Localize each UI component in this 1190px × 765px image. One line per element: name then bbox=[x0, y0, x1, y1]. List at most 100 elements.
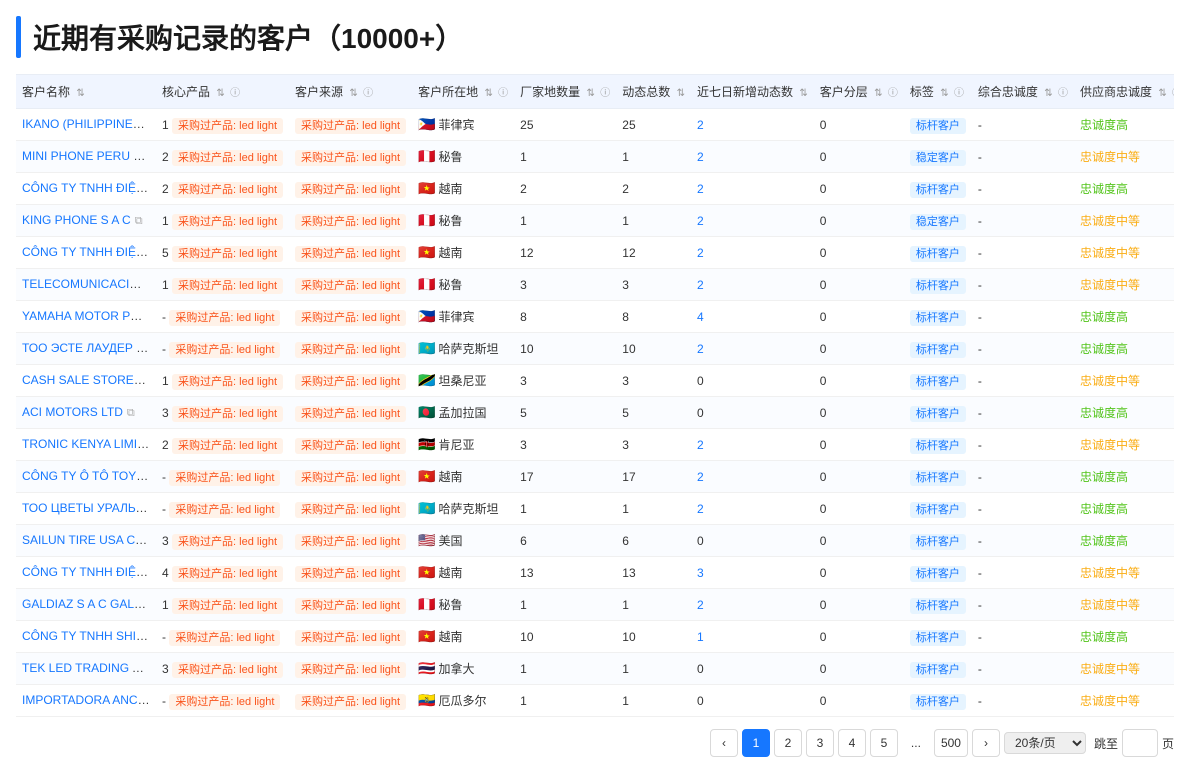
info-icon-source[interactable]: ⓘ bbox=[363, 88, 373, 99]
table-row: ТОО ЦВЕТЫ УРАЛЬСКА⧉- 采购过产品: led light采购过… bbox=[16, 493, 1174, 525]
location-cell: 🇰🇿哈萨克斯坦 bbox=[412, 493, 514, 525]
source-tag: 采购过产品: led light bbox=[295, 598, 406, 614]
info-icon-location[interactable]: ⓘ bbox=[498, 88, 508, 99]
sort-icon-name[interactable]: ⇅ bbox=[76, 88, 84, 99]
source-tag: 采购过产品: led light bbox=[295, 342, 406, 358]
customer-name-link[interactable]: CÔNG TY TNHH ĐIỆN STANLEY... bbox=[22, 565, 156, 579]
info-icon-supplier-loyalty[interactable]: ⓘ bbox=[1172, 88, 1174, 99]
info-icon-tags[interactable]: ⓘ bbox=[954, 88, 964, 99]
page-button-1[interactable]: 1 bbox=[742, 729, 770, 757]
col-header-tags: 标签 ⇅ ⓘ bbox=[904, 75, 972, 109]
col-header-supplier-count: 厂家地数量 ⇅ ⓘ bbox=[514, 75, 616, 109]
customer-name-link[interactable]: TEK LED TRADING AND MANUF... bbox=[22, 661, 156, 675]
segment-tag: 标杆客户 bbox=[910, 662, 966, 678]
customer-name-cell: TELECOMUNICACIONES VALLE ...⧉ bbox=[16, 269, 156, 301]
weekly-count: 2 bbox=[697, 342, 704, 356]
sort-icon-loyalty[interactable]: ⇅ bbox=[1044, 88, 1052, 99]
col-header-segment: 客户分层 ⇅ ⓘ bbox=[814, 75, 904, 109]
table-row: MINI PHONE PERU SAC⧉2 采购过产品: led light采购… bbox=[16, 141, 1174, 173]
customer-name-cell: SAILUN TIRE USA CORP⧉ bbox=[16, 525, 156, 557]
supplier-count-cell: 10 bbox=[514, 621, 616, 653]
page-size-select[interactable]: 20条/页 50条/页 100条/页 bbox=[1004, 732, 1086, 754]
sort-icon-core[interactable]: ⇅ bbox=[216, 88, 224, 99]
source-cell: 采购过产品: led light bbox=[289, 525, 412, 557]
pagination: ‹ 1 2 3 4 5 ... 500 › 20条/页 50条/页 100条/页… bbox=[16, 729, 1174, 757]
page-button-2[interactable]: 2 bbox=[774, 729, 802, 757]
segment-cell: 标杆客户 bbox=[904, 557, 972, 589]
tags-cell: - bbox=[972, 525, 1074, 557]
sort-icon-supplier-count[interactable]: ⇅ bbox=[587, 88, 595, 99]
next-page-button[interactable]: › bbox=[972, 729, 1000, 757]
page-button-3[interactable]: 3 bbox=[806, 729, 834, 757]
total-actions-cell: 1 bbox=[616, 493, 691, 525]
location-cell: 🇻🇳越南 bbox=[412, 557, 514, 589]
weekly-new-cell: 2 bbox=[691, 589, 814, 621]
weekly-count: 2 bbox=[697, 470, 704, 484]
table-row: IMPORTADORA ANCORP CIA LT...⧉- 采购过产品: le… bbox=[16, 685, 1174, 717]
copy-icon[interactable]: ⧉ bbox=[127, 407, 135, 419]
core-product-cell: 3 采购过产品: led light bbox=[156, 653, 289, 685]
sort-icon-source[interactable]: ⇅ bbox=[349, 88, 357, 99]
customer-name-link[interactable]: CÔNG TY Ô TÔ TOYOTA VIỆT N... bbox=[22, 469, 156, 483]
loyalty-value: 忠诚度中等 bbox=[1080, 566, 1140, 580]
customer-name-cell: ACI MOTORS LTD ⧉ bbox=[16, 397, 156, 429]
table-row: IKANO (PHILIPPINES) INC⧉1 采购过产品: led lig… bbox=[16, 109, 1174, 141]
source-tag: 采购过产品: led light bbox=[295, 502, 406, 518]
col-header-weekly-new: 近七日新增动态数 ⇅ bbox=[691, 75, 814, 109]
customer-name-link[interactable]: ТОО ЭСТЕ ЛАУДЕР КАЗАХСТАН bbox=[22, 341, 156, 355]
info-icon-loyalty[interactable]: ⓘ bbox=[1058, 88, 1068, 99]
weekly-new-cell: 0 bbox=[691, 685, 814, 717]
segment-cell: 标杆客户 bbox=[904, 109, 972, 141]
location-cell: 🇵🇪秘鲁 bbox=[412, 205, 514, 237]
product-tag: 采购过产品: led light bbox=[172, 598, 283, 614]
customer-name-link[interactable]: CÔNG TY TNHH SHINDENGEN ... bbox=[22, 629, 156, 643]
loyalty-cell: 忠诚度中等 bbox=[1074, 141, 1174, 173]
table-header-row: 客户名称 ⇅ 核心产品 ⇅ ⓘ 客户来源 ⇅ ⓘ 客户所在地 bbox=[16, 75, 1174, 109]
sort-icon-supplier-loyalty[interactable]: ⇅ bbox=[1158, 88, 1166, 99]
sort-icon-location[interactable]: ⇅ bbox=[484, 88, 492, 99]
loyalty-value: 忠诚度高 bbox=[1080, 118, 1128, 132]
info-icon-core[interactable]: ⓘ bbox=[230, 88, 240, 99]
country-cell: 🇧🇩孟加拉国 bbox=[418, 404, 508, 421]
customer-name-link[interactable]: IMPORTADORA ANCORP CIA LT... bbox=[22, 693, 156, 707]
customer-name-link[interactable]: YAMAHA MOTOR PHILIPPINES I... bbox=[22, 309, 156, 323]
sort-icon-tags[interactable]: ⇅ bbox=[940, 88, 948, 99]
customer-name-link[interactable]: KING PHONE S A C bbox=[22, 213, 131, 227]
tags-cell: - bbox=[972, 205, 1074, 237]
customer-name-link[interactable]: MINI PHONE PERU SAC bbox=[22, 149, 156, 163]
customer-name-link[interactable]: ТОО ЦВЕТЫ УРАЛЬСКА bbox=[22, 501, 156, 515]
customer-name-link[interactable]: ACI MOTORS LTD bbox=[22, 405, 123, 419]
copy-icon[interactable]: ⧉ bbox=[135, 215, 143, 227]
table-row: GALDIAZ S A C GALDIAZ⧉1 采购过产品: led light… bbox=[16, 589, 1174, 621]
customer-name-link[interactable]: CASH SALE STORES LTD. bbox=[22, 373, 156, 387]
segment-tag: 稳定客户 bbox=[910, 150, 966, 166]
info-icon-segment[interactable]: ⓘ bbox=[888, 88, 898, 99]
customer-name-link[interactable]: IKANO (PHILIPPINES) INC bbox=[22, 117, 156, 131]
customer-name-link[interactable]: CÔNG TY TNHH ĐIỆN TỬ SAMS... bbox=[22, 245, 156, 259]
page-button-4[interactable]: 4 bbox=[838, 729, 866, 757]
country-flag: 🇰🇪 bbox=[418, 436, 435, 453]
total-actions-cell: 10 bbox=[616, 333, 691, 365]
sort-icon-total[interactable]: ⇅ bbox=[677, 88, 685, 99]
customer-name-link[interactable]: CÔNG TY TNHH ĐIỆN TỬ SNC ... bbox=[22, 181, 156, 195]
supplier-count-cell: 17 bbox=[514, 461, 616, 493]
prev-page-button[interactable]: ‹ bbox=[710, 729, 738, 757]
customer-name-link[interactable]: TELECOMUNICACIONES VALLE ... bbox=[22, 277, 156, 291]
page-button-last[interactable]: 500 bbox=[934, 729, 968, 757]
total-actions-cell: 13 bbox=[616, 557, 691, 589]
info-icon-supplier-count[interactable]: ⓘ bbox=[600, 88, 610, 99]
customer-name-link[interactable]: SAILUN TIRE USA CORP bbox=[22, 533, 156, 547]
tags-cell: - bbox=[972, 685, 1074, 717]
sort-icon-segment[interactable]: ⇅ bbox=[874, 88, 882, 99]
loyalty-cell: 忠诚度中等 bbox=[1074, 653, 1174, 685]
customer-name-link[interactable]: GALDIAZ S A C GALDIAZ bbox=[22, 597, 156, 611]
sort-icon-weekly[interactable]: ⇅ bbox=[799, 88, 807, 99]
country-cell: 🇻🇳越南 bbox=[418, 628, 508, 645]
customer-name-link[interactable]: TRONIC KENYA LIMITED bbox=[22, 437, 156, 451]
tags-cell: - bbox=[972, 461, 1074, 493]
supplier-count-cell: 1 bbox=[514, 205, 616, 237]
jump-to-input[interactable] bbox=[1122, 729, 1158, 757]
source-cell: 采购过产品: led light bbox=[289, 365, 412, 397]
page-button-5[interactable]: 5 bbox=[870, 729, 898, 757]
table-row: ТОО ЭСТЕ ЛАУДЕР КАЗАХСТАН⧉- 采购过产品: led l… bbox=[16, 333, 1174, 365]
